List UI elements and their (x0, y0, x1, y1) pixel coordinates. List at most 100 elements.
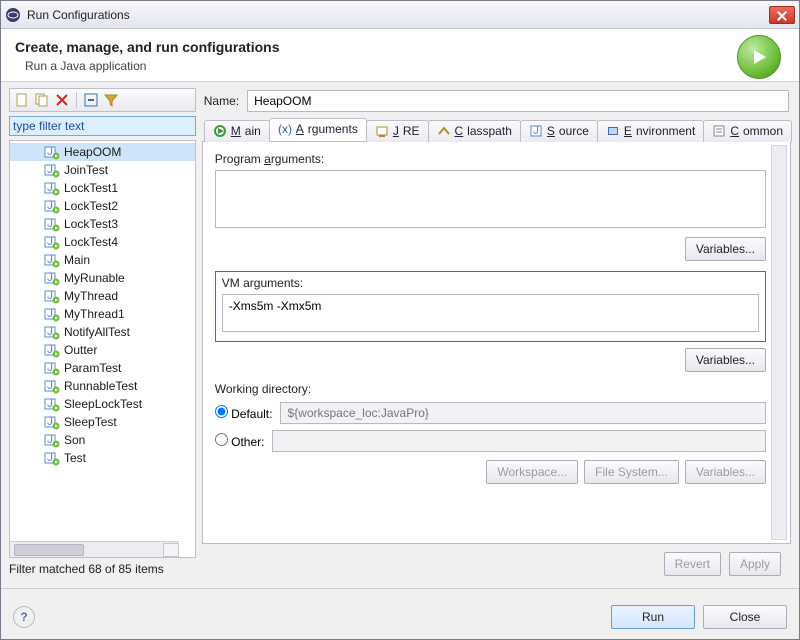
config-item-sleeplocktest[interactable]: JSleepLockTest (10, 395, 195, 413)
name-label: Name: (204, 94, 239, 108)
svg-text:J: J (47, 162, 53, 176)
config-item-sleeptest[interactable]: JSleepTest (10, 413, 195, 431)
tabpage-vertical-scrollbar[interactable] (771, 145, 787, 540)
other-dir-field[interactable] (272, 430, 766, 452)
delete-config-icon[interactable] (54, 92, 70, 108)
java-run-icon: J (44, 378, 60, 394)
header-subtitle: Run a Java application (15, 59, 785, 73)
config-item-notifyalltest[interactable]: JNotifyAllTest (10, 323, 195, 341)
config-item-locktest4[interactable]: JLockTest4 (10, 233, 195, 251)
config-item-test[interactable]: JTest (10, 449, 195, 467)
arguments-tab-page: Program arguments: Variables... VM argum… (202, 142, 791, 544)
java-run-icon: J (44, 144, 60, 160)
revert-button[interactable]: Revert (664, 552, 721, 576)
java-run-icon: J (44, 198, 60, 214)
vm-args-highlight: VM arguments: -Xms5m -Xmx5m (215, 271, 766, 342)
vm-args-textarea[interactable]: -Xms5m -Xmx5m (222, 294, 759, 332)
eclipse-icon (5, 7, 21, 23)
config-item-paramtest[interactable]: JParamTest (10, 359, 195, 377)
config-tree[interactable]: JHeapOOMJJoinTestJLockTest1JLockTest2JLo… (9, 140, 196, 558)
config-item-jointest[interactable]: JJoinTest (10, 161, 195, 179)
config-item-mythread[interactable]: JMyThread (10, 287, 195, 305)
java-run-icon: J (44, 180, 60, 196)
java-run-icon: J (44, 252, 60, 268)
tab-environment[interactable]: Environment (597, 120, 704, 142)
config-item-locktest2[interactable]: JLockTest2 (10, 197, 195, 215)
run-button[interactable]: Run (611, 605, 695, 629)
help-button[interactable]: ? (13, 606, 35, 628)
scrollbar-arrow-right[interactable] (163, 543, 179, 557)
config-item-heapoom[interactable]: JHeapOOM (10, 143, 195, 161)
program-args-label: Program arguments: (215, 152, 766, 166)
java-run-icon: J (44, 324, 60, 340)
new-config-icon[interactable] (14, 92, 30, 108)
svg-text:(x)=: (x)= (278, 122, 292, 136)
config-item-locktest1[interactable]: JLockTest1 (10, 179, 195, 197)
java-run-icon: J (44, 270, 60, 286)
config-item-myrunable[interactable]: JMyRunable (10, 269, 195, 287)
classpath-tab-icon (437, 124, 451, 138)
program-args-textarea[interactable] (215, 170, 766, 228)
java-run-icon: J (44, 450, 60, 466)
working-dir-label: Working directory: (215, 382, 766, 396)
dialog-footer: ? Run Close (1, 597, 799, 639)
java-run-icon: J (44, 396, 60, 412)
tab-source[interactable]: JSource (520, 120, 598, 142)
workspace-button[interactable]: Workspace... (486, 460, 578, 484)
svg-text:J: J (47, 180, 53, 194)
duplicate-config-icon[interactable] (34, 92, 50, 108)
tab-jre[interactable]: JRE (366, 120, 429, 142)
config-item-main[interactable]: JMain (10, 251, 195, 269)
main-tab-icon (213, 124, 227, 138)
svg-text:J: J (47, 198, 53, 212)
tab-classpath[interactable]: Classpath (428, 120, 521, 142)
right-panel: Name: Main(x)=ArgumentsJREClasspathJSour… (202, 88, 791, 576)
footer-separator (1, 588, 799, 589)
tab-arguments[interactable]: (x)=Arguments (269, 118, 367, 141)
close-button[interactable]: Close (703, 605, 787, 629)
config-item-outter[interactable]: JOutter (10, 341, 195, 359)
program-args-variables-button[interactable]: Variables... (685, 237, 766, 261)
vm-args-variables-button[interactable]: Variables... (685, 348, 766, 372)
svg-text:J: J (47, 432, 53, 446)
filter-input[interactable] (9, 116, 196, 136)
tab-bar: Main(x)=ArgumentsJREClasspathJSourceEnvi… (202, 118, 791, 142)
run-config-dialog: Run Configurations Create, manage, and r… (0, 0, 800, 640)
tree-horizontal-scrollbar[interactable] (10, 541, 179, 557)
java-run-icon: J (44, 414, 60, 430)
collapse-all-icon[interactable] (83, 92, 99, 108)
arguments-tab-icon: (x)= (278, 122, 292, 136)
other-radio[interactable]: Other: (215, 433, 265, 449)
name-input[interactable] (247, 90, 789, 112)
scrollbar-thumb[interactable] (14, 544, 84, 556)
window-close-button[interactable] (769, 6, 795, 24)
tab-common[interactable]: Common (703, 120, 792, 142)
java-run-icon: J (44, 216, 60, 232)
config-item-mythread1[interactable]: JMyThread1 (10, 305, 195, 323)
filesystem-button[interactable]: File System... (584, 460, 679, 484)
svg-text:J: J (533, 124, 539, 137)
tab-main[interactable]: Main (204, 120, 270, 142)
svg-text:J: J (47, 234, 53, 248)
run-hero-icon (737, 35, 781, 79)
apply-button[interactable]: Apply (729, 552, 781, 576)
config-item-locktest3[interactable]: JLockTest3 (10, 215, 195, 233)
svg-text:J: J (47, 144, 53, 158)
svg-text:J: J (47, 288, 53, 302)
svg-text:J: J (47, 306, 53, 320)
java-run-icon: J (44, 306, 60, 322)
svg-text:J: J (47, 216, 53, 230)
config-item-runnabletest[interactable]: JRunnableTest (10, 377, 195, 395)
jre-tab-icon (375, 124, 389, 138)
titlebar[interactable]: Run Configurations (1, 1, 799, 29)
default-radio[interactable]: Default: (215, 405, 273, 421)
window-title: Run Configurations (27, 8, 769, 22)
svg-text:J: J (47, 270, 53, 284)
filter-icon[interactable] (103, 92, 119, 108)
wd-variables-button[interactable]: Variables... (685, 460, 766, 484)
svg-text:J: J (47, 324, 53, 338)
environment-tab-icon (606, 124, 620, 138)
java-run-icon: J (44, 342, 60, 358)
config-item-son[interactable]: JSon (10, 431, 195, 449)
svg-text:J: J (47, 414, 53, 428)
